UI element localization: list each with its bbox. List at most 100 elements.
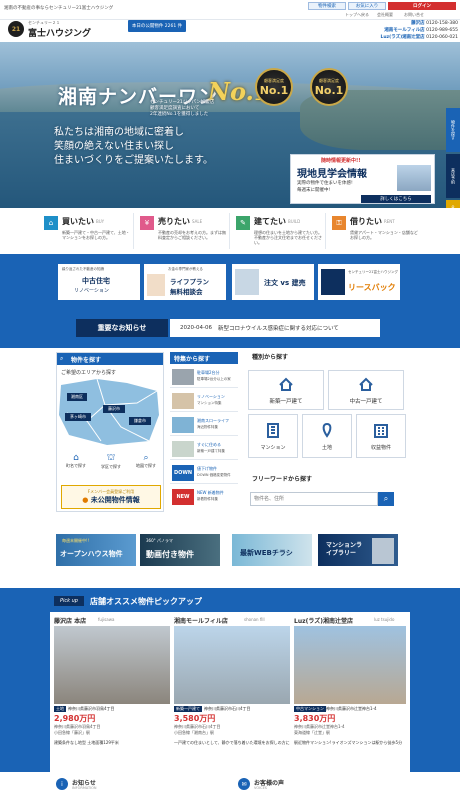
voices-link[interactable]: ✉ お客様の声 VOICES — [238, 778, 338, 796]
map-search-icon: ⌕ — [143, 453, 149, 463]
footer-links: i お知らせ INFORMATION ✉ お客様の声 VOICES — [0, 772, 460, 800]
search-icon: ⌕ — [60, 355, 64, 362]
search-by-school-button[interactable]: ⛫ 学区で探す — [96, 453, 126, 479]
area-button-kamakura[interactable]: 鎌倉市 — [129, 417, 151, 425]
pickup-title: 店舗オススメ物件ピックアップ — [90, 597, 202, 606]
parking-photo — [172, 369, 194, 385]
rent-icon: ⚿ — [332, 216, 346, 230]
area-search: 物件を探す ⌕ ご希望のエリアから探す 湘南区 藤沢市 茅ヶ崎市 鎌倉市 ⌂ 町名… — [56, 352, 164, 512]
top-link[interactable]: トップへ戻る — [345, 12, 369, 18]
area-button-chigasaki[interactable]: 茅ヶ崎市 — [65, 413, 91, 421]
new-house-icon — [279, 377, 293, 391]
feature-search: 特集から探す 駐車場2台分 駐車場2台分以上の家 リノベーション マンション特集… — [170, 352, 238, 512]
pickup-tag: Pick up — [54, 596, 84, 606]
sale-icon: ¥ — [140, 216, 154, 230]
freeword-search-button[interactable]: ⌕ — [378, 492, 394, 506]
public-count-badge: 本日の公開物件 2261 件 — [128, 20, 186, 32]
feature-renovation[interactable]: リノベーション マンション特集 — [170, 390, 238, 412]
news-band: 重要なお知らせ 2020-04-06 新型コロナウイルス感染症に関する対応につい… — [0, 310, 460, 348]
down-badge: DOWN — [172, 465, 194, 481]
feature-slowlife[interactable]: 湘南スローライフ 海近物件特集 — [170, 414, 238, 436]
news-item[interactable]: 2020-04-06 新型コロナウイルス感染症に関する対応について — [170, 319, 380, 337]
feature-parking[interactable]: 駐車場2台分 駐車場2台分以上の家 — [170, 366, 238, 388]
promo-leaseback[interactable]: センチュリー21富士ハウジング リースバック — [318, 264, 400, 300]
search-icon: ⌕ — [383, 494, 389, 503]
promo-renovation[interactable]: 繰り返された不動産の知識 中古住宅 リノベーション — [58, 264, 140, 300]
area-search-title: 物件を探す — [57, 353, 163, 365]
news-date: 2020-04-06 — [180, 325, 212, 331]
pickup-panel: 藤沢店 本店 fujisawa 土地 神奈川県藤沢市羽鳥4丁目 2,980万円 … — [50, 612, 410, 772]
house-illustration — [397, 165, 431, 191]
service-buy[interactable]: ⌂ 買いたい BUY 新築一戸建て・中古一戸建て、土地・マンションをお探しの方。 — [44, 213, 134, 249]
pickup-card-shonan-fill[interactable]: 湘南モールフィル店 shonan fill 新築一戸建て 神奈川県藤沢市石川4丁… — [174, 612, 290, 772]
banner-web-flyer[interactable]: 最新WEBチラシ — [232, 534, 312, 566]
house-photo — [235, 269, 259, 295]
banner-details-button[interactable]: 詳しくはこちら — [361, 195, 431, 203]
promo-band: 繰り返された不動産の知識 中古住宅 リノベーション お金の専門家が教える ライフ… — [0, 254, 460, 310]
property-search-link[interactable]: 物件検索 — [308, 2, 346, 10]
feature-new[interactable]: NEW NEW 新着物件 新着物件特集 — [170, 486, 238, 508]
hero: 湘南ナンバーワン No.1 顧客満足度 No.1 顧客満足度 No.1 センチュ… — [0, 42, 460, 208]
info-link[interactable]: i お知らせ INFORMATION — [56, 778, 156, 796]
building-photo — [372, 538, 394, 564]
search-by-town-button[interactable]: ⌂ 町名で探す — [61, 453, 91, 479]
favorites-link[interactable]: お気に入り — [348, 2, 386, 10]
build-icon: ✎ — [236, 216, 250, 230]
open-house-banner[interactable]: 随時情報更新中!! 現地見学会情報 実際の物件で住まいを体感! 毎週末に開催中!… — [290, 154, 435, 204]
pickup-section: Pick up 店舗オススメ物件ピックアップ 藤沢店 本店 fujisawa 土… — [0, 588, 460, 772]
tagline: 湘南の不動産の事ならセンチュリー21富士ハウジング — [4, 6, 114, 11]
logo-name[interactable]: 富士ハウジング — [28, 26, 91, 39]
area-button-shonan[interactable]: 湘南区 — [67, 393, 87, 401]
side-tab-search[interactable]: 物件を探す — [446, 108, 460, 152]
freeword-title: フリーワードから探す — [252, 476, 313, 483]
feature-move-in[interactable]: すぐに住める 新築一戸建て特集 — [170, 438, 238, 460]
type-land-button[interactable]: 土地 — [302, 414, 352, 458]
phone-list: 藤沢店 0120-158-380 湘南モールフィル店 0120-989-655 … — [318, 20, 458, 41]
service-sale[interactable]: ¥ 売りたい SALE 不動産の売却をお考えの方。まずは無料査定からご相談くださ… — [140, 213, 230, 249]
phone-luz[interactable]: Luz(ラズ)湘南辻堂店 0120-060-021 — [318, 34, 458, 41]
search-buttons: ⌂ 町名で探す ⛫ 学区で探す ⌕ 地図で探す — [61, 453, 161, 479]
mid-banners: 毎週末開催中!! オープンハウス物件 360° パノラマ 動画付き物件 最新WE… — [0, 516, 460, 588]
phone-fujisawa[interactable]: 藤沢店 0120-158-380 — [318, 20, 458, 27]
pickup-card-luz[interactable]: Luz(ラズ)湘南辻堂店 luz tsujido 中古マンション 神奈川県藤沢市… — [294, 612, 406, 772]
side-tab-reservation[interactable]: 来店予約 — [446, 154, 460, 198]
property-photo-1 — [54, 626, 170, 704]
used-house-icon — [359, 377, 373, 391]
type-mansion-button[interactable]: マンション — [248, 414, 298, 458]
member-banner[interactable]: Fメンバー会員登録ご利用 ● 未公開物件情報 — [61, 485, 161, 509]
phone-shonan-fill[interactable]: 湘南モールフィル店 0120-989-655 — [318, 27, 458, 34]
search-by-map-button[interactable]: ⌕ 地図で探す — [131, 453, 161, 479]
banner-open-house[interactable]: 毎週末開催中!! オープンハウス物件 — [56, 534, 136, 566]
property-photo-3 — [294, 626, 406, 704]
property-photo-2 — [174, 626, 290, 704]
info-icon: i — [56, 778, 68, 790]
banner-video[interactable]: 360° パノラマ 動画付き物件 — [140, 534, 220, 566]
type-investment-button[interactable]: 収益物件 — [356, 414, 406, 458]
contact-link[interactable]: お問い合せ — [404, 12, 424, 18]
service-build[interactable]: ✎ 建てたい BUILD 理想の住まいを土地から建てたい方。不動産から注文住宅ま… — [236, 213, 326, 249]
promo-lifeplan[interactable]: お金の専門家が教える ライフプラン 無料相談会 — [144, 264, 226, 300]
house-icon: ⌂ — [73, 453, 79, 463]
type-search: 種別から探す 新築一戸建て 中古一戸建て マンション 土地 収益物件 フリーワー… — [246, 352, 408, 512]
freeword-input[interactable] — [250, 492, 378, 506]
type-new-house-button[interactable]: 新築一戸建て — [248, 370, 324, 410]
area-button-fujisawa[interactable]: 藤沢市 — [103, 405, 125, 413]
service-rent[interactable]: ⚿ 借りたい RENT 賃貸アパート・マンション・店舗などお探しの方。 — [332, 213, 422, 249]
login-button[interactable]: ログイン — [388, 2, 456, 10]
renovation-photo — [172, 393, 194, 409]
award-medal-2: 顧客満足度 No.1 — [310, 68, 348, 106]
promo-custom-vs-ready[interactable]: 注文 vs 建売 — [232, 264, 314, 300]
search-section: 物件を探す ⌕ ご希望のエリアから探す 湘南区 藤沢市 茅ヶ崎市 鎌倉市 ⌂ 町名… — [0, 348, 460, 516]
type-used-house-button[interactable]: 中古一戸建て — [328, 370, 404, 410]
land-icon — [322, 422, 332, 438]
feature-price-down[interactable]: DOWN 値下げ物件 DOWN 価格変更物件 — [170, 462, 238, 484]
century21-logo-icon[interactable]: 21 — [8, 21, 24, 37]
banner-mansion-library[interactable]: マンションライブラリー — [318, 534, 398, 566]
pickup-card-fujisawa[interactable]: 藤沢店 本店 fujisawa 土地 神奈川県藤沢市羽鳥4丁目 2,980万円 … — [54, 612, 170, 772]
building-icon — [374, 424, 388, 438]
type-search-title: 種別から探す — [252, 354, 289, 361]
mansion-icon — [267, 423, 279, 438]
house-photo — [172, 441, 194, 457]
school-icon: ⛫ — [106, 453, 116, 463]
company-link[interactable]: 会社概要 — [377, 12, 393, 18]
